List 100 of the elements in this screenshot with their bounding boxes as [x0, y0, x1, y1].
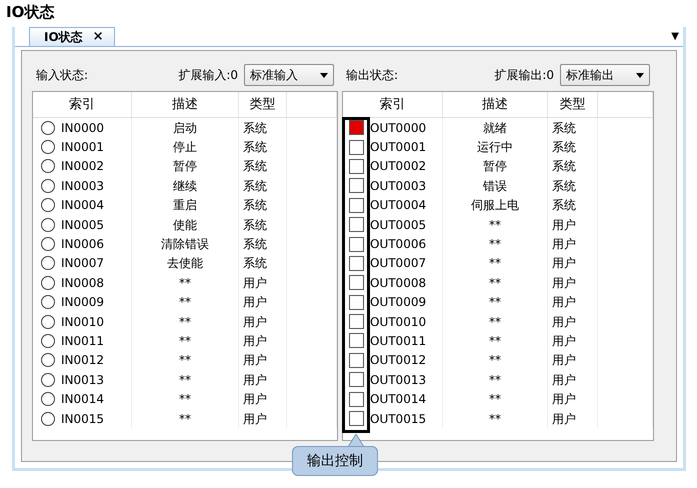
description-text: 清除错误 [161, 236, 209, 254]
description-text: ** [179, 314, 191, 331]
description-text: 停止 [173, 139, 197, 156]
index-text: IN0004 [61, 197, 104, 214]
type-text: 用户 [552, 314, 576, 331]
index-text: OUT0009 [370, 294, 426, 312]
mode-dropdown[interactable]: 标准输出 [560, 64, 650, 86]
index-text: IN0000 [61, 120, 104, 137]
type-text: 系统 [243, 197, 267, 214]
index-text: OUT0007 [370, 255, 426, 272]
mode-dropdown[interactable]: 标准输入 [244, 64, 334, 86]
output-checkbox[interactable] [349, 352, 364, 368]
type-text: 用户 [552, 236, 576, 254]
index-text: IN0014 [61, 391, 104, 408]
output-checkbox[interactable] [349, 411, 364, 426]
output-checkbox[interactable] [349, 236, 364, 252]
description-text: ** [489, 255, 501, 272]
type-text: 用户 [552, 216, 576, 234]
description-text: 错误 [483, 178, 507, 195]
type-text: 用户 [552, 372, 576, 389]
index-text: IN0013 [61, 372, 104, 389]
description-text: ** [179, 391, 191, 408]
index-text: OUT0013 [370, 372, 426, 389]
index-text: OUT0005 [370, 216, 426, 234]
output-checkbox[interactable] [349, 198, 364, 213]
type-text: 用户 [243, 294, 267, 312]
column-header: 类型 [548, 92, 598, 117]
type-text: 用户 [243, 314, 267, 331]
index-text: IN0003 [61, 178, 104, 195]
type-text: 用户 [243, 391, 267, 408]
type-text: 系统 [552, 197, 576, 214]
description-text: ** [179, 410, 191, 428]
output-checkbox[interactable] [349, 158, 364, 174]
output-checkbox[interactable] [349, 275, 364, 290]
page-title: IO状态 [6, 2, 54, 22]
index-text: IN0007 [61, 255, 104, 272]
index-text: IN0015 [61, 410, 104, 428]
type-text: 用户 [552, 332, 576, 350]
output-checkbox[interactable] [349, 333, 364, 348]
type-text: 用户 [243, 352, 267, 370]
description-text: ** [489, 294, 501, 312]
type-text: 系统 [243, 255, 267, 272]
index-text: OUT0003 [370, 178, 426, 195]
type-text: 用户 [552, 391, 576, 408]
type-text: 用户 [243, 332, 267, 350]
index-text: OUT0011 [370, 332, 426, 350]
index-text: OUT0006 [370, 236, 426, 254]
column-header: 描述 [132, 92, 239, 117]
description-text: ** [489, 236, 501, 254]
output-checkbox[interactable] [349, 294, 364, 310]
index-text: OUT0012 [370, 352, 426, 370]
type-text: 系统 [243, 120, 267, 137]
panel-label: 输出状态: [346, 67, 400, 84]
index-text: IN0010 [61, 314, 104, 331]
index-text: OUT0010 [370, 314, 426, 331]
output-checkbox[interactable] [349, 392, 364, 407]
dropdown-caret-icon [636, 72, 644, 78]
description-text: 继续 [173, 178, 197, 195]
output-checkbox[interactable] [349, 120, 364, 136]
index-text: OUT0014 [370, 391, 426, 408]
type-text: 用户 [243, 274, 267, 292]
description-text: 暂停 [173, 158, 197, 176]
type-text: 系统 [243, 236, 267, 254]
type-text: 系统 [243, 158, 267, 176]
close-icon[interactable]: × [92, 27, 104, 47]
description-text: 使能 [173, 216, 197, 234]
type-text: 用户 [552, 294, 576, 312]
index-text: IN0008 [61, 274, 104, 292]
type-text: 系统 [243, 178, 267, 195]
index-text: OUT0001 [370, 139, 426, 156]
type-text: 系统 [552, 178, 576, 195]
description-text: 启动 [173, 120, 197, 137]
expand-count-label: 扩展输入:0 [178, 67, 238, 84]
output-checkbox[interactable] [349, 256, 364, 271]
description-text: 伺服上电 [471, 197, 519, 214]
index-text: IN0002 [61, 158, 104, 176]
description-text: ** [489, 391, 501, 408]
output-checkbox[interactable] [349, 217, 364, 232]
description-text: ** [489, 216, 501, 234]
type-text: 系统 [552, 158, 576, 176]
description-text: ** [179, 294, 191, 312]
tab[interactable]: IO状态 × [29, 27, 115, 46]
type-text: 系统 [552, 120, 576, 137]
description-text: ** [179, 352, 191, 370]
index-text: OUT0015 [370, 410, 426, 428]
type-text: 系统 [243, 216, 267, 234]
output-checkbox[interactable] [349, 372, 364, 388]
callout-pointer [348, 434, 364, 447]
description-text: ** [489, 372, 501, 389]
description-text: ** [179, 332, 191, 350]
description-text: 暂停 [483, 158, 507, 176]
output-checkbox[interactable] [349, 178, 364, 194]
output-checkbox[interactable] [349, 314, 364, 330]
description-text: 去使能 [167, 255, 203, 272]
description-text: 重启 [173, 197, 197, 214]
index-text: IN0006 [61, 236, 104, 254]
tab-menu-button[interactable]: ▼ [671, 29, 679, 44]
description-text: ** [489, 274, 501, 292]
type-text: 用户 [243, 410, 267, 428]
output-checkbox[interactable] [349, 140, 364, 155]
